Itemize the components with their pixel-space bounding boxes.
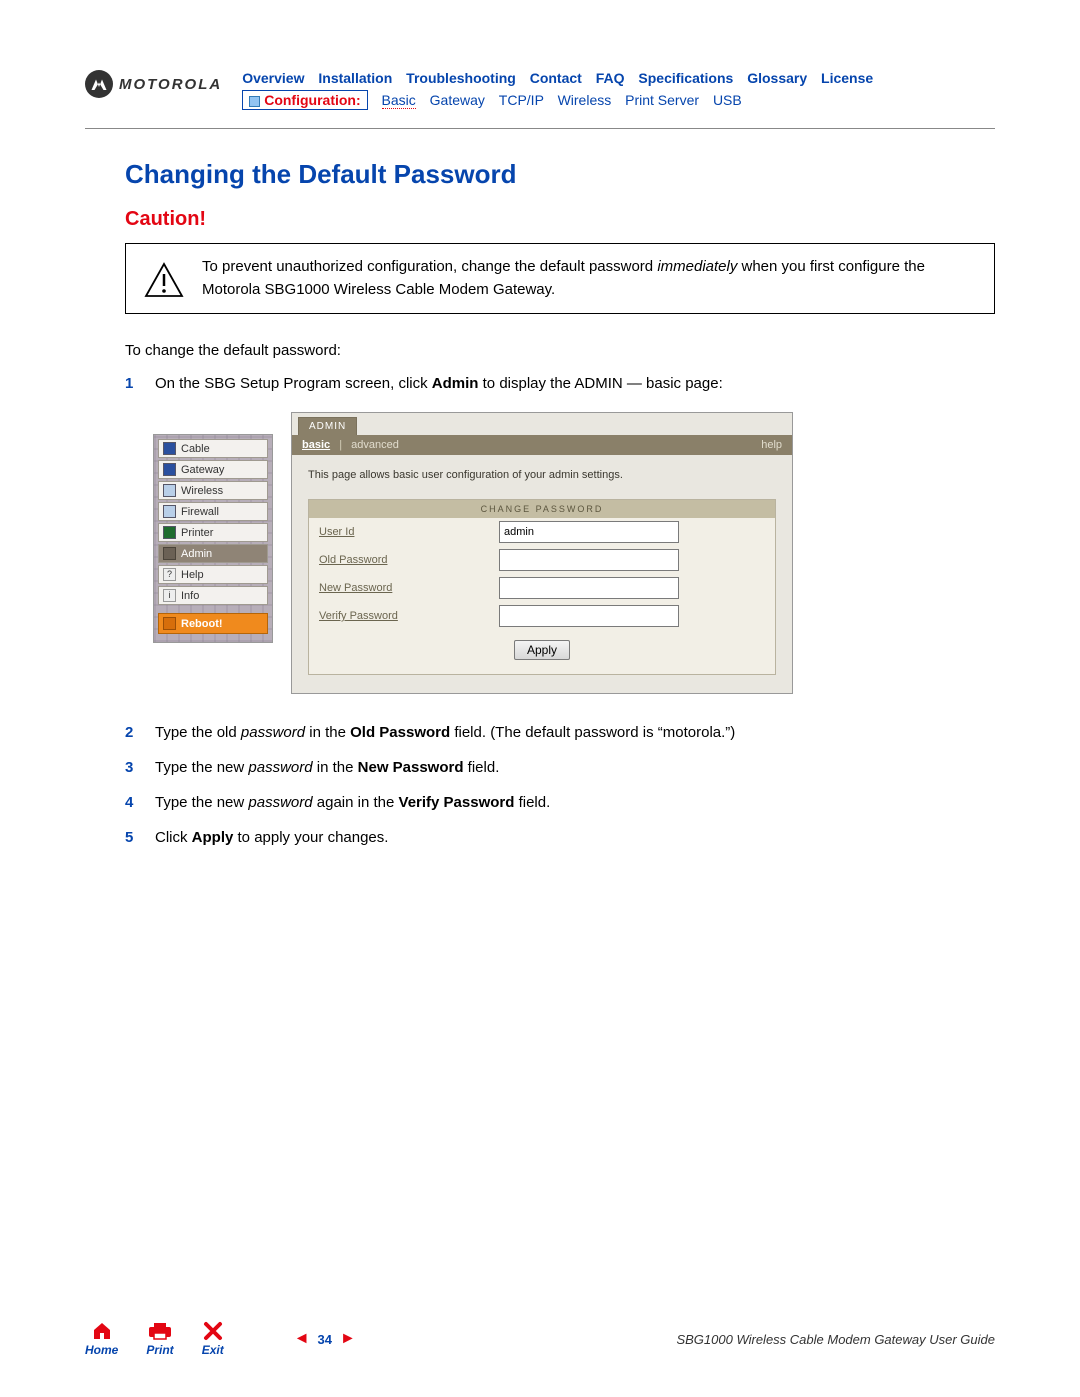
step-number: 2 [125, 722, 155, 743]
sidebar-item-gateway[interactable]: Gateway [158, 460, 268, 479]
subnav-print-server[interactable]: Print Server [625, 92, 699, 108]
label-user-id[interactable]: User Id [319, 526, 499, 538]
step-number: 5 [125, 827, 155, 848]
motorola-batwing-icon [85, 70, 113, 98]
subnav-basic[interactable]: Basic [382, 92, 416, 109]
step-number: 3 [125, 757, 155, 778]
step-number: 1 [125, 373, 155, 394]
step-1: 1 On the SBG Setup Program screen, click… [125, 373, 995, 394]
sidebar-item-wireless[interactable]: Wireless [158, 481, 268, 500]
page-navigation: ◄ 34 ► [294, 1330, 356, 1348]
page-header: MOTOROLA Overview Installation Troublesh… [85, 70, 995, 110]
input-verify-password[interactable] [499, 605, 679, 627]
admin-description: This page allows basic user configuratio… [292, 455, 792, 499]
admin-subtab-bar: basic | advanced help [292, 435, 792, 455]
input-new-password[interactable] [499, 577, 679, 599]
sidebar-item-cable[interactable]: Cable [158, 439, 268, 458]
sidebar-item-firewall[interactable]: Firewall [158, 502, 268, 521]
nav-contact[interactable]: Contact [530, 70, 582, 86]
nav-faq[interactable]: FAQ [596, 70, 625, 86]
sidebar-item-reboot[interactable]: Reboot! [158, 613, 268, 634]
primary-nav: Overview Installation Troubleshooting Co… [242, 70, 995, 86]
nav-installation[interactable]: Installation [318, 70, 392, 86]
page-title: Changing the Default Password [125, 159, 995, 190]
apply-button[interactable]: Apply [514, 640, 570, 660]
configuration-label: Configuration: [242, 90, 367, 110]
nav-overview[interactable]: Overview [242, 70, 304, 86]
step-4: 4 Type the new password again in the Ver… [125, 792, 995, 813]
intro-text: To change the default password: [125, 342, 995, 359]
form-heading: CHANGE PASSWORD [309, 500, 775, 518]
caution-heading: Caution! [125, 208, 995, 231]
subnav-usb[interactable]: USB [713, 92, 742, 108]
label-old-password[interactable]: Old Password [319, 554, 499, 566]
print-icon [147, 1321, 173, 1341]
admin-screenshot: Cable Gateway Wireless Firewall Printer … [153, 412, 995, 694]
admin-sidebar: Cable Gateway Wireless Firewall Printer … [153, 434, 273, 643]
nav-glossary[interactable]: Glossary [747, 70, 807, 86]
brand-logo: MOTOROLA [85, 70, 222, 98]
change-password-form: CHANGE PASSWORD User Id Old Password New… [308, 499, 776, 675]
nav-license[interactable]: License [821, 70, 873, 86]
subtab-help[interactable]: help [761, 439, 782, 451]
footer-exit-button[interactable]: Exit [202, 1321, 224, 1357]
home-icon [91, 1321, 113, 1341]
next-page-button[interactable]: ► [340, 1330, 356, 1348]
step-3: 3 Type the new password in the New Passw… [125, 757, 995, 778]
subnav-wireless[interactable]: Wireless [558, 92, 612, 108]
caution-box: To prevent unauthorized configuration, c… [125, 243, 995, 314]
label-new-password[interactable]: New Password [319, 582, 499, 594]
sidebar-item-help[interactable]: ?Help [158, 565, 268, 584]
nav-troubleshooting[interactable]: Troubleshooting [406, 70, 516, 86]
exit-icon [203, 1321, 223, 1341]
footer-print-button[interactable]: Print [146, 1321, 173, 1357]
sidebar-item-admin[interactable]: Admin [158, 544, 268, 563]
header-divider [85, 128, 995, 129]
caution-text: To prevent unauthorized configuration, c… [202, 256, 976, 301]
sidebar-item-info[interactable]: iInfo [158, 586, 268, 605]
prev-page-button[interactable]: ◄ [294, 1330, 310, 1348]
footer-home-button[interactable]: Home [85, 1321, 118, 1357]
brand-name: MOTOROLA [119, 76, 222, 93]
step-5: 5 Click Apply to apply your changes. [125, 827, 995, 848]
step-2: 2 Type the old password in the Old Passw… [125, 722, 995, 743]
secondary-nav: Configuration: Basic Gateway TCP/IP Wire… [242, 90, 995, 110]
sidebar-item-printer[interactable]: Printer [158, 523, 268, 542]
subnav-tcpip[interactable]: TCP/IP [499, 92, 544, 108]
input-user-id[interactable] [499, 521, 679, 543]
subtab-basic[interactable]: basic [302, 439, 330, 451]
admin-main-panel: ADMIN basic | advanced help This page al… [291, 412, 793, 694]
document-title: SBG1000 Wireless Cable Modem Gateway Use… [676, 1332, 995, 1347]
subtab-advanced[interactable]: advanced [351, 439, 399, 451]
page-number: 34 [318, 1332, 332, 1347]
page-footer: Home Print Exit ◄ 34 ► SBG1000 Wireless … [85, 1321, 995, 1357]
step-number: 4 [125, 792, 155, 813]
warning-icon [144, 262, 184, 301]
label-verify-password[interactable]: Verify Password [319, 610, 499, 622]
admin-tab[interactable]: ADMIN [298, 417, 357, 435]
nav-specifications[interactable]: Specifications [638, 70, 733, 86]
input-old-password[interactable] [499, 549, 679, 571]
subnav-gateway[interactable]: Gateway [430, 92, 485, 108]
